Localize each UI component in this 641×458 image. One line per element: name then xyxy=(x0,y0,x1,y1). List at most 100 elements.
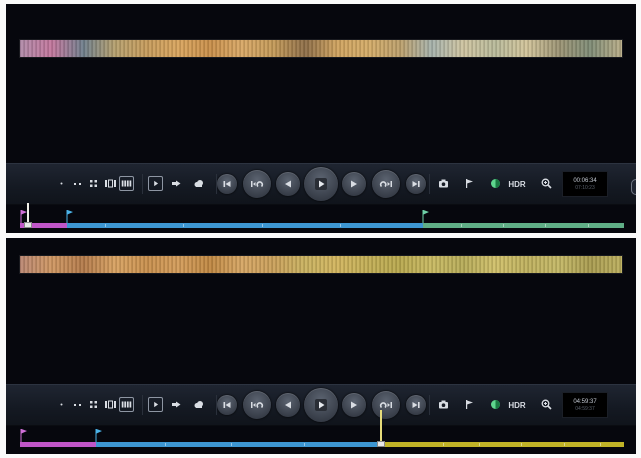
toolbar-separator xyxy=(216,174,217,194)
skip-end-button[interactable] xyxy=(406,174,426,194)
chapter-marker-icon[interactable] xyxy=(66,209,74,223)
next-frame-button[interactable] xyxy=(342,172,366,196)
timecode-display: 04:59:37 04:59:37 xyxy=(562,392,608,418)
play-icon xyxy=(315,178,327,190)
filmstrip-3-button[interactable] xyxy=(103,397,118,412)
cloud-icon xyxy=(194,401,203,408)
dot-button[interactable] xyxy=(54,397,69,412)
timeline-track[interactable] xyxy=(20,442,624,447)
zoom-button[interactable] xyxy=(539,397,554,412)
filmstrip-texture xyxy=(20,40,622,57)
skip-start-icon xyxy=(223,402,231,408)
timeline-tick xyxy=(460,224,462,227)
flag-icon xyxy=(466,179,473,188)
timeline-track[interactable] xyxy=(20,223,624,228)
double-dot-icon xyxy=(74,404,81,406)
camera-icon xyxy=(439,400,448,409)
playhead-handle[interactable] xyxy=(376,441,385,447)
color-toggle-button[interactable] xyxy=(488,397,503,412)
skip-start-button[interactable] xyxy=(217,174,237,194)
skip-start-button[interactable] xyxy=(217,395,237,415)
grid-4-button[interactable] xyxy=(86,176,101,191)
prev-frame-button[interactable] xyxy=(276,172,300,196)
filmstrip-3-button[interactable] xyxy=(103,176,118,191)
player-panel-top: HDR 00:06:34 07:10:23 xyxy=(6,4,636,233)
play-button[interactable] xyxy=(304,167,338,201)
step-forward-icon xyxy=(172,401,181,408)
filmstrip[interactable] xyxy=(20,40,622,57)
flag-icon xyxy=(466,400,473,409)
timeline-segment[interactable] xyxy=(96,442,380,447)
double-dot-button[interactable] xyxy=(70,397,85,412)
step-forward-button[interactable] xyxy=(169,176,184,191)
timeline-segment[interactable] xyxy=(379,442,624,447)
step-forward-icon xyxy=(172,180,181,187)
timeline-segment[interactable] xyxy=(422,223,624,228)
filmstrip[interactable] xyxy=(20,256,622,273)
timeline-tick xyxy=(563,443,565,446)
loop-back-button[interactable] xyxy=(243,170,271,198)
zoom-button[interactable] xyxy=(539,176,554,191)
timeline-tick xyxy=(521,443,523,446)
filmstrip-3-icon xyxy=(105,400,116,409)
step-forward-button[interactable] xyxy=(169,397,184,412)
playhead-handle[interactable] xyxy=(24,222,33,228)
filmstrip-texture xyxy=(20,256,622,273)
grid-4-icon xyxy=(90,401,97,408)
color-toggle-icon xyxy=(491,179,500,188)
next-frame-button[interactable] xyxy=(342,393,366,417)
hdr-button[interactable]: HDR xyxy=(506,385,528,425)
skip-start-icon xyxy=(223,181,231,187)
timeline-tick xyxy=(183,224,185,227)
loop-forward-icon xyxy=(379,181,392,188)
dot-icon xyxy=(60,182,63,185)
prev-frame-button[interactable] xyxy=(276,393,300,417)
camera-button[interactable] xyxy=(436,397,451,412)
toolbar-separator xyxy=(216,395,217,415)
timeline-segment[interactable] xyxy=(20,442,97,447)
timeline[interactable] xyxy=(20,410,624,454)
play-icon xyxy=(315,399,327,411)
filmstrip-grid-button[interactable] xyxy=(119,397,134,412)
grid-4-icon xyxy=(90,180,97,187)
next-frame-icon xyxy=(351,401,357,409)
flag-button[interactable] xyxy=(462,397,477,412)
toolbar-separator xyxy=(429,395,430,415)
chapter-marker-icon[interactable] xyxy=(20,428,28,442)
dot-button[interactable] xyxy=(54,176,69,191)
overflow-control-icon[interactable] xyxy=(631,179,636,195)
loop-back-button[interactable] xyxy=(243,391,271,419)
timeline-tick xyxy=(503,224,505,227)
grid-4-button[interactable] xyxy=(86,397,101,412)
play-mode-button[interactable] xyxy=(148,397,163,412)
timeline-tick xyxy=(303,443,305,446)
timeline-tick xyxy=(479,443,481,446)
timeline[interactable] xyxy=(20,203,624,233)
loop-forward-button[interactable] xyxy=(372,170,400,198)
double-dot-button[interactable] xyxy=(70,176,85,191)
loop-forward-button[interactable] xyxy=(372,391,400,419)
timeline-tick xyxy=(340,224,342,227)
timeline-segment[interactable] xyxy=(66,223,423,228)
prev-frame-icon xyxy=(285,401,291,409)
camera-button[interactable] xyxy=(436,176,451,191)
timeline-tick xyxy=(545,224,547,227)
skip-end-icon xyxy=(412,402,420,408)
timeline-tick xyxy=(231,443,233,446)
flag-button[interactable] xyxy=(462,176,477,191)
cloud-button[interactable] xyxy=(191,397,206,412)
filmstrip-grid-button[interactable] xyxy=(119,176,134,191)
chapter-marker-icon[interactable] xyxy=(422,209,430,223)
timecode-display: 00:06:34 07:10:23 xyxy=(562,171,608,197)
skip-end-button[interactable] xyxy=(406,395,426,415)
next-frame-icon xyxy=(351,180,357,188)
chapter-marker-icon[interactable] xyxy=(95,428,103,442)
play-button[interactable] xyxy=(304,388,338,422)
dot-icon xyxy=(60,403,63,406)
hdr-button[interactable]: HDR xyxy=(506,164,528,204)
play-mode-button[interactable] xyxy=(148,176,163,191)
timeline-tick xyxy=(261,224,263,227)
color-toggle-button[interactable] xyxy=(488,176,503,191)
cloud-button[interactable] xyxy=(191,176,206,191)
play-mode-icon xyxy=(154,401,159,408)
